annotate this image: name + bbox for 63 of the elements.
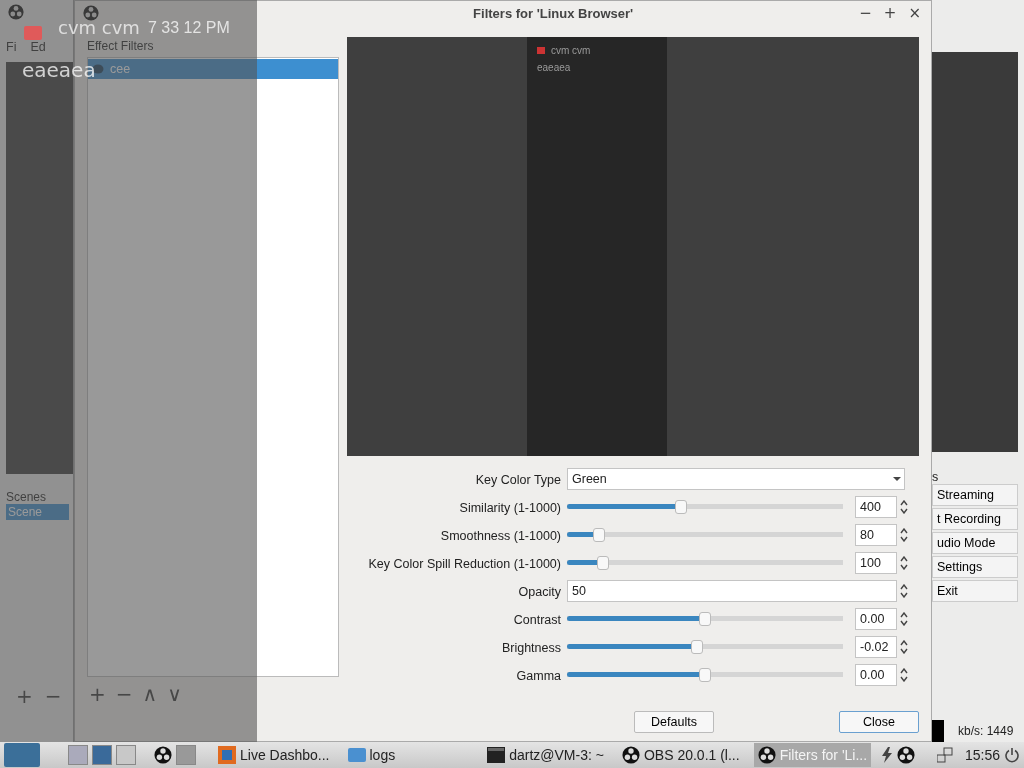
control-button[interactable]: Exit (932, 580, 1018, 602)
window-icon[interactable] (116, 745, 136, 765)
property-label: Brightness (500, 640, 561, 657)
number-field[interactable]: 80 (855, 524, 897, 546)
control-button[interactable]: Settings (932, 556, 1018, 578)
slider-handle[interactable] (699, 668, 711, 682)
network-icon[interactable] (936, 747, 953, 763)
terminal-icon (487, 747, 506, 763)
close-button[interactable]: Close (839, 711, 919, 733)
property-label: Key Color Spill Reduction (1-1000) (367, 556, 561, 573)
bitrate-text: kb/s: 1449 (958, 724, 1014, 738)
video-icon (24, 26, 42, 40)
source-text: eaeaea (537, 62, 572, 73)
property-label: Opacity (517, 584, 561, 601)
taskbar-item[interactable]: Live Dashbo... (214, 743, 334, 767)
property-label: Key Color Type (474, 472, 561, 489)
property-label: Gamma (515, 668, 561, 685)
browser-icon (218, 746, 236, 764)
window-title: Filters for 'Linux Browser' (472, 5, 634, 21)
scenes-label: Scenes (6, 490, 48, 504)
lightning-icon[interactable] (881, 747, 894, 763)
taskbar-item[interactable]: OBS 20.0.1 (l... (617, 743, 744, 767)
folder-icon (347, 748, 366, 762)
audio-meter (932, 720, 944, 742)
section-label: Effect Filters (87, 39, 155, 53)
start-button[interactable] (4, 743, 40, 767)
control-button[interactable]: t Recording (932, 508, 1018, 530)
dropdown[interactable]: Green (567, 468, 905, 490)
control-button[interactable]: Streaming (932, 484, 1018, 506)
power-icon[interactable] (1004, 747, 1020, 763)
number-field[interactable]: 0.00 (855, 608, 897, 630)
slider-handle[interactable] (597, 556, 610, 570)
slider-handle[interactable] (593, 528, 606, 542)
controls-label: s (932, 470, 940, 484)
property-label: Similarity (1-1000) (458, 500, 561, 517)
maximize-button[interactable]: + (881, 4, 899, 22)
property-label: Smoothness (1-1000) (439, 528, 561, 545)
video-icon (537, 47, 545, 54)
slider-handle[interactable] (691, 640, 704, 654)
clock: 15:56 (964, 747, 1000, 763)
obs-logo-icon (83, 5, 99, 21)
slider-handle[interactable] (699, 612, 711, 626)
number-field[interactable]: 50 (567, 580, 897, 602)
minimize-button[interactable]: − (857, 4, 874, 22)
obs-logo-icon (621, 746, 640, 764)
obs-logo-icon (8, 4, 24, 20)
obs-logo-icon (154, 746, 172, 764)
taskbar-item[interactable]: dartz@VM-3: ~ (483, 743, 608, 767)
defaults-button[interactable]: Defaults (634, 711, 714, 733)
close-button[interactable]: × (906, 4, 923, 22)
obs-logo-icon (897, 746, 916, 764)
control-button[interactable]: udio Mode (932, 532, 1018, 554)
property-label: Contrast (512, 612, 561, 629)
taskbar-item[interactable]: logs (343, 743, 400, 767)
number-field[interactable]: -0.02 (855, 636, 897, 658)
obs-logo-icon (757, 746, 776, 764)
number-field[interactable]: 0.00 (855, 664, 897, 686)
number-field[interactable]: 400 (855, 496, 897, 518)
overlay-title: cvm cvm (58, 18, 140, 38)
source-text: cvm cvm (537, 45, 657, 56)
number-field[interactable]: 100 (855, 552, 897, 574)
slider-handle[interactable] (675, 500, 688, 514)
overlay-time: 7 33 12 PM (148, 19, 230, 37)
